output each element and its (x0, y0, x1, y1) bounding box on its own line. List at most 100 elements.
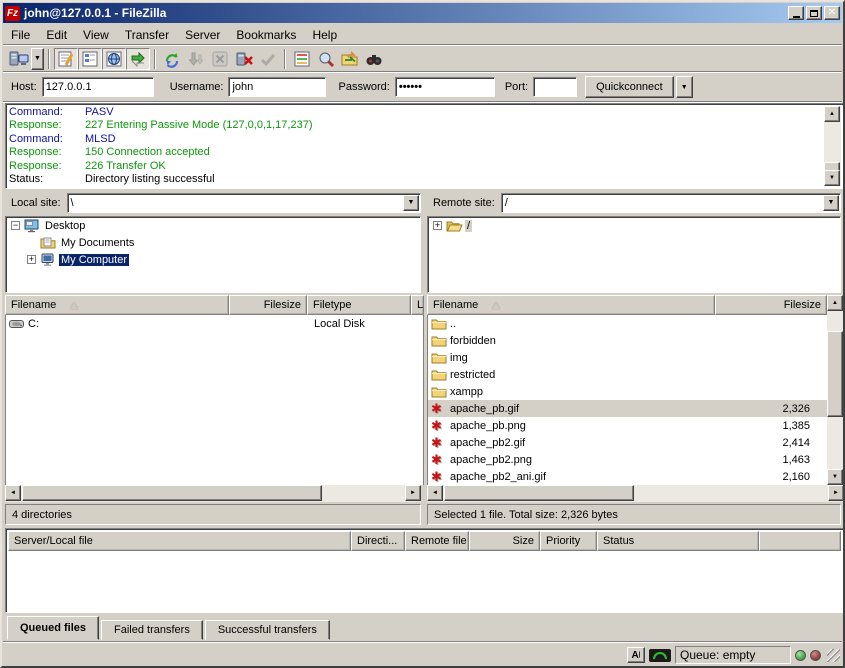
synchronized-browsing-button[interactable] (362, 48, 386, 70)
menu-bookmarks[interactable]: Bookmarks (228, 26, 304, 44)
scroll-down-button[interactable]: ▼ (824, 170, 840, 186)
queue-column-status[interactable]: Status (597, 531, 759, 551)
queue-tabs: Queued filesFailed transfersSuccessful t… (7, 615, 332, 640)
menu-view[interactable]: View (75, 26, 117, 44)
menu-file[interactable]: File (3, 26, 38, 44)
local-site-combo[interactable]: \ ▼ (67, 193, 421, 213)
file-name: C: (28, 318, 39, 330)
remote-file-row[interactable]: ✱apache_pb2.gif2,414 (428, 434, 827, 451)
image-icon: ✱ (431, 402, 450, 415)
queue-column-directi-[interactable]: Directi... (351, 531, 405, 551)
refresh-button[interactable] (160, 48, 184, 70)
cancel-operation-button (208, 48, 232, 70)
chevron-down-icon[interactable]: ▼ (403, 195, 419, 211)
local-tree-item-label: Desktop (43, 220, 87, 232)
menu-help[interactable]: Help (304, 26, 345, 44)
scroll-up-button[interactable]: ▲ (824, 106, 840, 122)
remote-column-filename[interactable]: Filename (427, 295, 715, 315)
quickconnect-dropdown[interactable]: ▼ (676, 76, 693, 98)
local-tree-item[interactable]: My Documents (6, 234, 420, 251)
tab-successful-transfers[interactable]: Successful transfers (205, 620, 330, 640)
file-search-button[interactable] (314, 48, 338, 70)
speed-limit-icon[interactable] (649, 649, 671, 662)
local-column-filesize[interactable]: Filesize (229, 295, 307, 315)
username-input[interactable] (228, 77, 326, 97)
password-input[interactable] (395, 77, 495, 97)
remote-file-row[interactable]: restricted (428, 366, 827, 383)
port-input[interactable] (533, 77, 577, 97)
queue-column-blank[interactable] (759, 531, 841, 551)
local-horizontal-scrollbar[interactable]: ◄ ► (5, 485, 421, 502)
minimize-button[interactable] (788, 6, 804, 20)
local-file-row[interactable]: C:Local Disk (6, 315, 423, 332)
scroll-left-button[interactable]: ◄ (5, 485, 21, 501)
remote-vertical-scrollbar[interactable]: ▲ ▼ (827, 295, 844, 485)
directory-listing-filters-button[interactable] (290, 48, 314, 70)
remote-file-row[interactable]: ✱apache_pb2_ani.gif2,160 (428, 468, 827, 485)
local-column-l[interactable]: L (411, 295, 424, 315)
log-line-text: 150 Connection accepted (85, 146, 210, 158)
disconnect-icon (235, 50, 253, 68)
remote-file-row[interactable]: xampp (428, 383, 827, 400)
scroll-down-button[interactable]: ▼ (827, 469, 843, 485)
scrollbar-thumb[interactable] (444, 485, 634, 501)
menu-server[interactable]: Server (177, 26, 228, 44)
site-manager-dropdown-button[interactable]: ▼ (31, 48, 44, 70)
log-line-text: PASV (85, 106, 114, 118)
remote-tree-item[interactable]: +/ (428, 217, 840, 234)
close-button[interactable]: ✕ (824, 6, 840, 20)
disk-icon (9, 318, 28, 330)
scroll-left-button[interactable]: ◄ (427, 485, 443, 501)
quickconnect-button[interactable]: Quickconnect (585, 76, 674, 98)
scroll-right-button[interactable]: ► (828, 485, 844, 501)
directory-comparison-button[interactable] (338, 48, 362, 70)
sort-ascending-icon (70, 302, 78, 309)
toggle-transfer-queue-button[interactable] (126, 48, 150, 70)
log-line-text: MLSD (85, 133, 116, 145)
ascii-datatype-icon[interactable]: A| (627, 647, 645, 663)
local-tree-item[interactable]: − Desktop (6, 217, 420, 234)
queue-column-size[interactable]: Size (469, 531, 540, 551)
window-title: john@127.0.0.1 - FileZilla (24, 6, 788, 20)
remote-file-row[interactable]: forbidden (428, 332, 827, 349)
scrollbar-thumb[interactable] (827, 331, 843, 417)
collapse-minus-box[interactable]: − (11, 221, 20, 230)
queue-column-priority[interactable]: Priority (540, 531, 597, 551)
queue-column-server-local-file[interactable]: Server/Local file (8, 531, 351, 551)
local-column-filetype[interactable]: Filetype (307, 295, 411, 315)
host-input[interactable] (42, 77, 154, 97)
queue-column-remote-file[interactable]: Remote file (405, 531, 469, 551)
title-bar[interactable]: Fz john@127.0.0.1 - FileZilla ✕ (3, 3, 842, 23)
chevron-down-icon[interactable]: ▼ (823, 195, 839, 211)
local-column-filename[interactable]: Filename (5, 295, 229, 315)
log-vertical-scrollbar[interactable]: ▲ ▼ (824, 106, 841, 186)
scroll-up-button[interactable]: ▲ (827, 295, 843, 311)
tab-queued-files[interactable]: Queued files (7, 616, 99, 640)
remote-column-filesize[interactable]: Filesize (715, 295, 827, 315)
toggle-remote-tree-button[interactable] (102, 48, 126, 70)
remote-horizontal-scrollbar[interactable]: ◄ ► (427, 485, 844, 502)
expand-plus-box[interactable]: + (27, 255, 36, 264)
remote-file-row[interactable]: .. (428, 315, 827, 332)
username-label: Username: (170, 81, 224, 93)
remote-site-combo[interactable]: / ▼ (501, 193, 841, 213)
remote-file-row[interactable]: ✱apache_pb.gif2,326 (428, 400, 827, 417)
site-manager-button[interactable] (7, 48, 31, 70)
disconnect-button[interactable] (232, 48, 256, 70)
toggle-local-tree-button[interactable] (78, 48, 102, 70)
expand-plus-box[interactable]: + (433, 221, 442, 230)
remote-file-row[interactable]: img (428, 349, 827, 366)
toggle-message-log-button[interactable] (54, 48, 78, 70)
resize-grip[interactable] (827, 649, 840, 662)
log-line-text: 227 Entering Passive Mode (127,0,0,1,17,… (85, 119, 312, 131)
menu-transfer[interactable]: Transfer (117, 26, 177, 44)
scrollbar-thumb[interactable] (22, 485, 322, 501)
scroll-right-button[interactable]: ► (405, 485, 421, 501)
folder-icon (431, 385, 450, 398)
local-tree-item[interactable]: +My Computer (6, 251, 420, 268)
maximize-button[interactable] (806, 6, 822, 20)
menu-edit[interactable]: Edit (38, 26, 75, 44)
tab-failed-transfers[interactable]: Failed transfers (101, 620, 203, 640)
remote-file-row[interactable]: ✱apache_pb.png1,385 (428, 417, 827, 434)
remote-file-row[interactable]: ✱apache_pb2.png1,463 (428, 451, 827, 468)
